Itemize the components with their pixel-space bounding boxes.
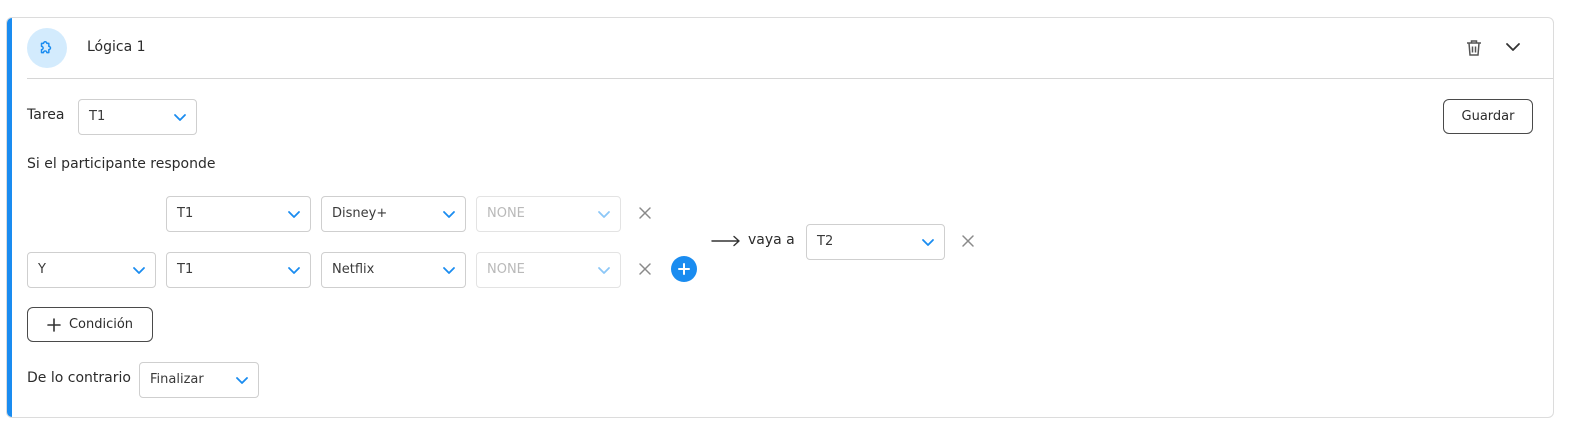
chevron-down-icon [443,267,455,274]
condition-1-extra-select[interactable]: NONE [476,196,621,232]
goto-select-value: T2 [817,234,834,249]
save-button[interactable]: Guardar [1443,99,1533,134]
remove-goto-icon[interactable] [960,233,976,249]
goto-select[interactable]: T2 [806,224,945,260]
puzzle-icon [27,28,67,68]
condition-1-task-select[interactable]: T1 [166,196,311,232]
condition-2-answer-select[interactable]: Netflix [321,252,466,288]
condition-2-connector-value: Y [38,262,46,277]
add-row-plus-icon[interactable] [671,256,697,282]
add-condition-button[interactable]: Condición [27,307,153,342]
otherwise-label: De lo contrario [27,370,131,386]
chevron-down-icon [288,267,300,274]
arrow-right-icon [711,235,740,247]
trash-icon[interactable] [1465,38,1483,58]
condition-2-connector-select[interactable]: Y [27,252,156,288]
chevron-down-icon [236,377,248,384]
condition-2-answer-value: Netflix [332,262,375,277]
condition-1-task-value: T1 [177,206,194,221]
task-label: Tarea [27,107,65,123]
add-condition-label: Condición [68,317,134,332]
condition-1-answer-select[interactable]: Disney+ [321,196,466,232]
collapse-chevron-icon[interactable] [1504,38,1522,56]
chevron-down-icon [598,211,610,218]
condition-1-answer-value: Disney+ [332,206,388,221]
plus-icon [47,317,61,332]
condition-2-task-select[interactable]: T1 [166,252,311,288]
condition-2-task-value: T1 [177,262,194,277]
goto-label: vaya a [748,232,795,248]
logic-card: Lógica 1 Tarea T1 Guardar Si el particip… [6,17,1554,418]
otherwise-select[interactable]: Finalizar [139,362,259,398]
chevron-down-icon [288,211,300,218]
chevron-down-icon [922,239,934,246]
condition-1-extra-value: NONE [487,206,525,221]
condition-2-extra-select[interactable]: NONE [476,252,621,288]
condition-2-extra-value: NONE [487,262,525,277]
remove-condition-1-icon[interactable] [637,205,653,221]
chevron-down-icon [133,267,145,274]
chevron-down-icon [598,267,610,274]
otherwise-select-value: Finalizar [150,372,204,387]
task-select[interactable]: T1 [78,99,197,135]
card-accent-bar [7,18,12,417]
header-divider [27,78,1553,79]
chevron-down-icon [443,211,455,218]
chevron-down-icon [174,114,186,121]
remove-condition-2-icon[interactable] [637,261,653,277]
task-select-value: T1 [89,109,106,124]
logic-title: Lógica 1 [87,39,146,55]
condition-intro: Si el participante responde [27,156,216,172]
